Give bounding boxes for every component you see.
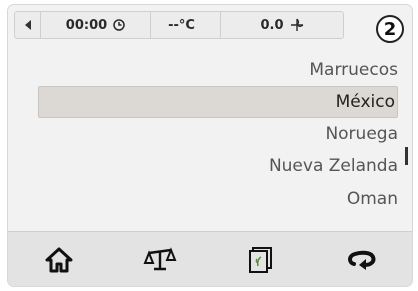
home-button[interactable] <box>29 238 89 282</box>
list-item-mexico-selected[interactable]: México <box>38 86 398 118</box>
country-list[interactable]: Marruecos México Noruega Nueva Zelanda O… <box>8 53 412 227</box>
scrollbar-thumb[interactable] <box>405 147 408 165</box>
status-bar: 00:00 --°C 0.0 <box>14 11 344 39</box>
bottom-nav-bar <box>8 231 412 286</box>
list-item-marruecos[interactable]: Marruecos <box>38 55 398 85</box>
fan-icon <box>290 18 303 31</box>
temperature-segment: --°C <box>151 12 221 38</box>
triangle-left-icon <box>24 20 31 30</box>
scrollbar[interactable] <box>405 65 408 225</box>
time-value: 00:00 <box>65 17 108 33</box>
list-item-oman[interactable]: Oman <box>38 184 398 214</box>
step-badge: 2 <box>376 15 404 43</box>
recipe-book-icon <box>248 246 272 273</box>
list-item-noruega[interactable]: Noruega <box>38 119 398 149</box>
clock-icon <box>113 19 125 31</box>
status-back-button[interactable] <box>15 12 41 38</box>
temperature-value: --°C <box>168 17 195 33</box>
list-item-nueva-zelanda[interactable]: Nueva Zelanda <box>38 151 398 181</box>
recipe-book-button[interactable] <box>231 238 291 282</box>
list-item-next-partial: — <box>38 217 398 227</box>
wind-value: 0.0 <box>260 17 284 33</box>
wind-segment: 0.0 <box>221 12 343 38</box>
clock-segment: 00:00 <box>41 12 151 38</box>
scale-button[interactable] <box>130 238 190 282</box>
home-icon <box>45 247 72 272</box>
return-button[interactable] <box>332 238 392 282</box>
scale-icon <box>143 246 176 270</box>
back-arrow-icon <box>347 250 375 270</box>
screen: 00:00 --°C 0.0 2 Marruecos México Norueg… <box>8 5 412 286</box>
